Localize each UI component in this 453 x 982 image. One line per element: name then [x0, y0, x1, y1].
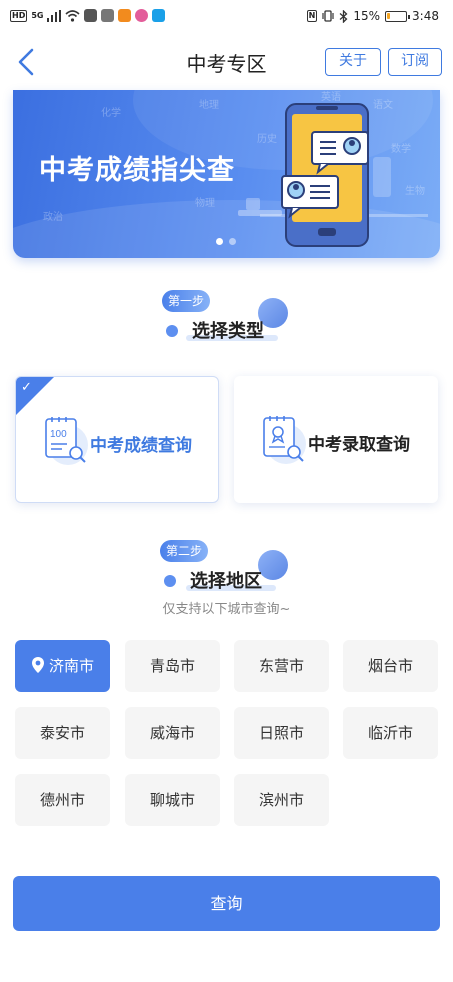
city-option[interactable]: 聊城市: [125, 774, 220, 826]
city-label: 日照市: [258, 724, 304, 742]
app-icon-a: [84, 9, 98, 22]
status-bar: HD 5G N 15% 3:48: [0, 0, 453, 34]
city-option[interactable]: 滨州市: [234, 774, 329, 826]
card-admission-label: 中考录取查询: [308, 435, 410, 455]
city-option[interactable]: 济南市: [15, 640, 110, 692]
city-label: 青岛市: [149, 657, 195, 675]
city-option[interactable]: 青岛市: [125, 640, 220, 692]
card-admission-query[interactable]: 中考录取查询: [234, 376, 438, 503]
app-icon-search: [152, 9, 166, 22]
banner-watermark: 地理: [199, 100, 219, 111]
carousel-dot[interactable]: [229, 238, 236, 245]
step1-badge: 第一步: [162, 290, 211, 312]
banner-watermark: 化学: [101, 108, 121, 119]
wifi-icon: [65, 9, 81, 22]
city-support-hint: 仅支持以下城市查询~: [162, 602, 291, 617]
nfc-icon: N: [306, 10, 318, 22]
city-option[interactable]: 临沂市: [343, 707, 438, 759]
carousel-dots: [216, 238, 236, 245]
card-score-label: 中考成绩查询: [90, 436, 192, 456]
banner-carousel[interactable]: 化学 地理 英语 语文 数学 历史 物理 生物 政治 中考成绩指尖查: [13, 90, 440, 258]
city-label: 滨州市: [258, 791, 304, 809]
battery-percent: 15%: [353, 9, 381, 23]
vibrate-icon: [322, 10, 334, 22]
score-icon-text: 100: [50, 429, 67, 440]
step1-heading: 第一步 选择类型: [0, 290, 453, 360]
status-right: N 15% 3:48: [306, 9, 439, 23]
city-label: 德州市: [39, 791, 85, 809]
bluetooth-icon: [339, 9, 348, 23]
app-icon-orange: [118, 9, 132, 22]
city-label: 临沂市: [367, 724, 413, 742]
city-label: 济南市: [48, 657, 94, 675]
clock: 3:48: [412, 9, 439, 23]
city-option[interactable]: 东营市: [234, 640, 329, 692]
phone-chat-illustration: [238, 103, 428, 247]
step2-title: 选择地区: [190, 571, 262, 592]
signal-icon: [47, 9, 62, 22]
carousel-dot[interactable]: [216, 238, 223, 245]
city-option[interactable]: 德州市: [15, 774, 110, 826]
about-button[interactable]: 关于: [325, 48, 381, 76]
location-pin-icon: [31, 657, 44, 673]
hd-indicator: HD: [10, 9, 28, 22]
step2-badge: 第二步: [160, 540, 209, 562]
decor-dot: [166, 325, 178, 337]
city-option[interactable]: 威海市: [125, 707, 220, 759]
card-score-query[interactable]: ✓ 100 中考成绩查询: [15, 376, 219, 503]
step2-heading: 第二步 选择地区 仅支持以下城市查询~: [0, 540, 453, 617]
decor-ball: [258, 550, 288, 580]
check-icon: ✓: [21, 380, 32, 395]
status-left: HD 5G: [10, 9, 166, 22]
app-icon-music: [135, 9, 149, 22]
decor-dot: [164, 575, 176, 587]
city-label: 东营市: [258, 657, 304, 675]
banner-watermark: 政治: [43, 212, 63, 223]
battery-icon: [385, 10, 411, 22]
page-title: 中考专区: [186, 52, 267, 76]
city-label: 泰安市: [39, 724, 85, 742]
city-label: 聊城市: [149, 791, 195, 809]
battery-fill: [387, 12, 391, 19]
step1-title: 选择类型: [192, 321, 264, 342]
city-option[interactable]: 泰安市: [15, 707, 110, 759]
network-5g-indicator: 5G: [31, 11, 44, 20]
city-label: 威海市: [149, 724, 195, 742]
subscribe-button[interactable]: 订阅: [388, 48, 442, 76]
city-option[interactable]: 烟台市: [343, 640, 438, 692]
query-button[interactable]: 查询: [13, 876, 440, 931]
city-label: 烟台市: [367, 657, 413, 675]
app-icon-b: [101, 9, 115, 22]
city-option[interactable]: 日照市: [234, 707, 329, 759]
banner-title: 中考成绩指尖查: [39, 155, 235, 186]
banner-watermark: 物理: [195, 198, 215, 209]
nav-header: 中考专区 关于 订阅: [0, 34, 453, 90]
